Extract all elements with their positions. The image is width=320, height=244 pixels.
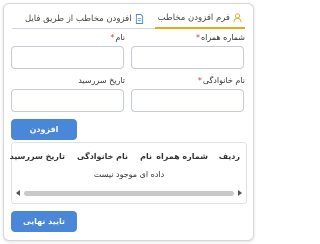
lastname-label: نام خانوادگی* bbox=[197, 76, 245, 85]
column-header-due-date: تاریخ سررسید bbox=[9, 152, 65, 161]
due-date-label: تاریخ سررسید bbox=[78, 76, 125, 85]
tab-import-file-label: افزودن مخاطب از طریق فایل bbox=[24, 14, 132, 24]
table-header: ردیف شماره همراه نام نام خانوادگی تاریخ … bbox=[9, 152, 246, 166]
tab-contact-form[interactable]: فرم افزودن مخاطب bbox=[154, 13, 245, 29]
horizontal-scrollbar[interactable] bbox=[16, 190, 242, 197]
required-mark: * bbox=[110, 33, 115, 42]
tab-contact-form-label: فرم افزودن مخاطب bbox=[157, 13, 230, 23]
column-header-row: ردیف bbox=[218, 152, 240, 161]
column-header-lastname: نام خانوادگی bbox=[76, 152, 128, 161]
scroll-left-icon[interactable] bbox=[16, 190, 20, 196]
required-mark: * bbox=[195, 33, 200, 42]
due-date-field[interactable] bbox=[11, 89, 124, 112]
column-header-mobile: شماره همراه bbox=[156, 152, 208, 161]
mobile-field[interactable] bbox=[131, 46, 244, 69]
file-icon bbox=[135, 14, 143, 24]
column-header-name: نام bbox=[140, 152, 152, 161]
required-mark: * bbox=[197, 76, 202, 85]
contacts-table: ردیف شماره همراه نام نام خانوادگی تاریخ … bbox=[9, 142, 247, 204]
contact-form-panel: فرم افزودن مخاطب افزودن مخاطب از طریق فا… bbox=[3, 3, 254, 241]
mobile-label: شماره همراه* bbox=[195, 33, 245, 42]
scroll-right-icon[interactable] bbox=[238, 190, 242, 196]
name-label: نام* bbox=[110, 33, 125, 42]
scroll-thumb[interactable] bbox=[24, 191, 234, 196]
confirm-button[interactable]: تایید نهایی bbox=[11, 211, 77, 232]
add-button[interactable]: افزودن bbox=[11, 119, 77, 140]
tab-import-file[interactable]: افزودن مخاطب از طریق فایل bbox=[22, 14, 147, 28]
tab-bar: فرم افزودن مخاطب افزودن مخاطب از طریق فا… bbox=[12, 9, 245, 29]
name-field[interactable] bbox=[11, 46, 124, 69]
lastname-field[interactable] bbox=[131, 89, 244, 112]
user-icon bbox=[233, 13, 242, 23]
empty-table-message: داده ای موجود نیست bbox=[93, 170, 165, 179]
